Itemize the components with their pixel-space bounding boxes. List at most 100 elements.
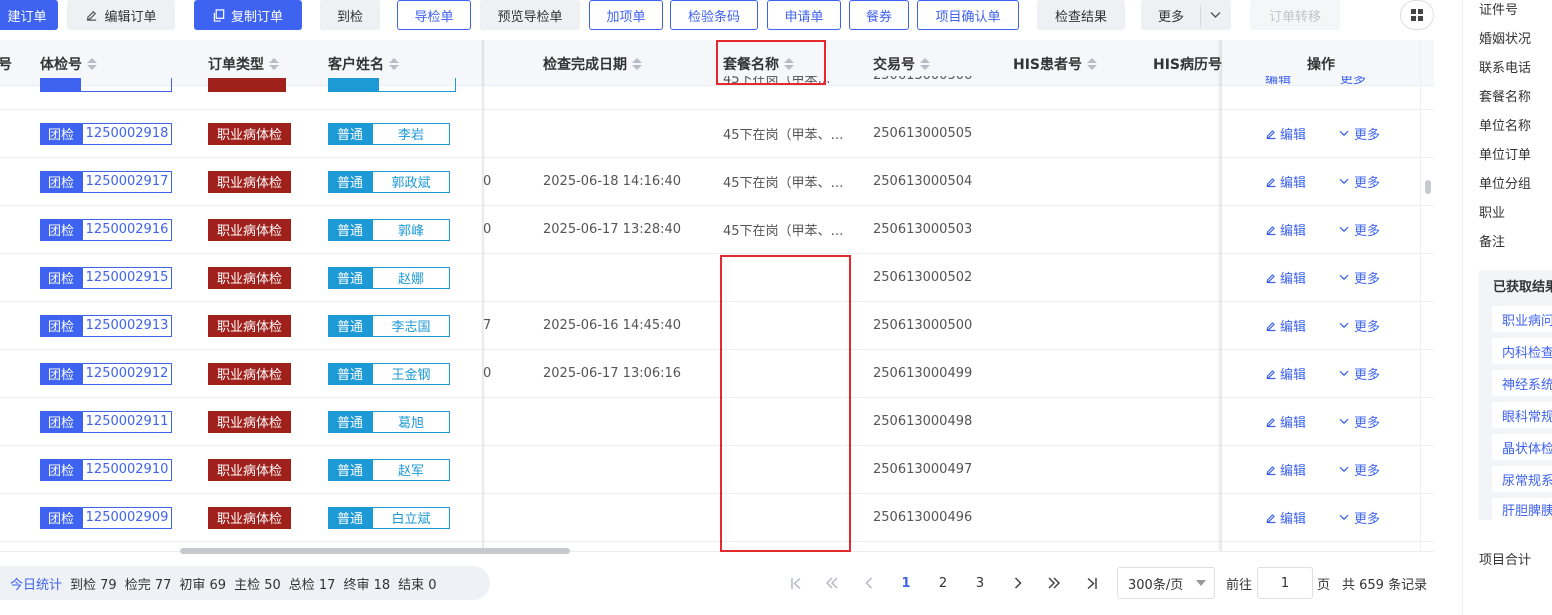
trade-no-cell: 250613000506 <box>873 76 972 92</box>
edit-link[interactable]: 编辑 <box>1265 158 1306 205</box>
level-tag: 普通 <box>328 410 373 433</box>
level-tag: 普通 <box>328 362 373 385</box>
meal-voucher-button[interactable]: 餐券 <box>849 0 909 30</box>
edit-link[interactable]: 编辑 <box>1265 206 1306 253</box>
edit-order-button[interactable]: 编辑订单 <box>67 0 175 30</box>
more-link[interactable]: 更多 <box>1339 398 1380 445</box>
trade-no-cell: 250613000502 <box>873 270 973 285</box>
exam-no[interactable]: 1250002913 <box>82 314 173 337</box>
exam-no[interactable]: 1250002911 <box>82 410 173 433</box>
edit-link[interactable]: 编辑 <box>1265 302 1306 349</box>
last-page-icon[interactable] <box>1080 567 1104 599</box>
result-item[interactable]: 内科检查 <box>1492 338 1552 364</box>
more-link[interactable]: 更多 <box>1339 206 1380 253</box>
check-in-button[interactable]: 到检 <box>320 0 380 30</box>
check-results-button[interactable]: 检查结果 <box>1037 0 1125 30</box>
more-dropdown-button[interactable]: 更多 <box>1141 0 1231 30</box>
level-tag-partial <box>328 78 456 92</box>
level-tag: 普通 <box>328 458 373 481</box>
level-tag: 普通 <box>328 122 373 145</box>
edit-link[interactable]: 编辑 <box>1265 110 1306 157</box>
result-item[interactable]: 神经系统 <box>1492 370 1552 396</box>
more-link[interactable]: 更多 <box>1339 254 1380 301</box>
item-confirm-button[interactable]: 项目确认单 <box>917 0 1019 30</box>
exam-no-cell: 团检 1250002915 <box>40 254 173 301</box>
prev-jump-icon[interactable] <box>820 567 844 599</box>
edit-icon <box>1266 129 1276 139</box>
chevron-down-icon <box>1339 130 1349 137</box>
result-item[interactable]: 尿常规系 <box>1492 466 1552 492</box>
edit-link[interactable]: 编辑 <box>1265 350 1306 397</box>
customer-name[interactable]: 赵娜 <box>372 266 451 289</box>
order-type-tag: 职业病体检 <box>208 506 292 529</box>
more-link[interactable]: 更多 <box>1339 302 1380 349</box>
group-tag: 团检 <box>40 362 83 385</box>
customer-name[interactable]: 王金钢 <box>372 362 451 385</box>
customer-name[interactable]: 白立斌 <box>372 506 451 529</box>
customer-cell: 普通 王金钢 <box>328 350 451 397</box>
copy-order-button[interactable]: 复制订单 <box>194 0 302 30</box>
add-item-button[interactable]: 加项单 <box>589 0 663 30</box>
exam-no[interactable]: 1250002918 <box>82 122 173 145</box>
page-size-select[interactable]: 300条/页 <box>1117 567 1215 599</box>
customer-name[interactable]: 郭峰 <box>372 218 451 241</box>
edit-link[interactable]: 编辑 <box>1265 398 1306 445</box>
more-link[interactable]: 更多 <box>1339 158 1380 205</box>
exam-no[interactable]: 1250002909 <box>82 506 173 529</box>
today-stats-label[interactable]: 今日统计 <box>10 574 62 593</box>
order-transfer-button[interactable]: 订单转移 <box>1250 0 1340 30</box>
more-link[interactable]: 更多 <box>1339 446 1380 493</box>
customer-name[interactable]: 赵军 <box>372 458 451 481</box>
page-1[interactable]: 1 <box>894 567 918 599</box>
customer-name[interactable]: 葛旭 <box>372 410 451 433</box>
edit-link[interactable]: 编辑 <box>1265 254 1306 301</box>
result-item[interactable]: 肝胆脾胰 <box>1492 498 1552 520</box>
customer-name[interactable]: 郭政斌 <box>372 170 451 193</box>
group-tag: 团检 <box>40 410 83 433</box>
next-page-icon[interactable] <box>1006 567 1030 599</box>
exam-no[interactable]: 1250002916 <box>82 218 173 241</box>
page-3[interactable]: 3 <box>968 567 992 599</box>
edit-link[interactable]: 编辑 <box>1265 494 1306 541</box>
guide-sheet-button[interactable]: 导检单 <box>397 0 471 30</box>
order-type-cell: 职业病体检 <box>208 446 292 493</box>
result-item[interactable]: 眼科常规 <box>1492 402 1552 428</box>
divider <box>1462 0 1463 615</box>
horizontal-scrollbar[interactable] <box>180 548 570 554</box>
more-link[interactable]: 更多 <box>1339 110 1380 157</box>
more-link[interactable]: 更多 <box>1339 494 1380 541</box>
exam-no[interactable]: 1250002915 <box>82 266 173 289</box>
edit-link[interactable]: 编辑 <box>1265 446 1306 493</box>
create-order-button[interactable]: 建订单 <box>0 0 58 30</box>
customer-name[interactable]: 李岩 <box>372 122 451 145</box>
result-item[interactable]: 晶状体检查 <box>1492 434 1552 460</box>
application-form-button[interactable]: 申请单 <box>767 0 841 30</box>
preview-guide-button[interactable]: 预览导检单 <box>480 0 580 30</box>
chevron-down-icon <box>1339 418 1349 425</box>
more-link[interactable]: 更多 <box>1339 350 1380 397</box>
stat-general-check: 总检 17 <box>288 577 336 593</box>
more-link[interactable]: 更多 <box>1340 76 1366 92</box>
prev-page-icon[interactable] <box>857 567 881 599</box>
level-tag: 普通 <box>328 506 373 529</box>
exam-no[interactable]: 1250002912 <box>82 362 173 385</box>
first-page-icon[interactable] <box>784 567 808 599</box>
page-2[interactable]: 2 <box>931 567 955 599</box>
today-stats: 今日统计 到检 79 检完 77 初审 69 主检 50 总检 17 终审 18… <box>0 566 490 600</box>
lab-barcode-button[interactable]: 检验条码 <box>670 0 758 30</box>
goto-page-input[interactable]: 1 <box>1257 567 1313 599</box>
field-remark: 备注 <box>1479 235 1506 250</box>
result-item[interactable]: 职业病问诊 <box>1492 306 1552 332</box>
group-tag: 团检 <box>40 314 83 337</box>
trade-no-cell: 250613000504 <box>873 174 973 189</box>
edit-link[interactable]: 编辑 <box>1265 76 1291 92</box>
layout-toggle-button[interactable] <box>1400 0 1434 30</box>
vertical-scrollbar[interactable] <box>1425 180 1431 194</box>
order-type-tag: 职业病体检 <box>208 122 292 145</box>
exam-no[interactable]: 1250002910 <box>82 458 173 481</box>
exam-no[interactable]: 1250002917 <box>82 170 173 193</box>
exam-no-cell: 团检 1250002916 <box>40 206 173 253</box>
customer-name[interactable]: 李志国 <box>372 314 451 337</box>
toolbar: 建订单 编辑订单 复制订单 到检 导检单 预览导检单 加项单 检验条码 申请单 … <box>0 0 1440 32</box>
next-jump-icon[interactable] <box>1042 567 1066 599</box>
